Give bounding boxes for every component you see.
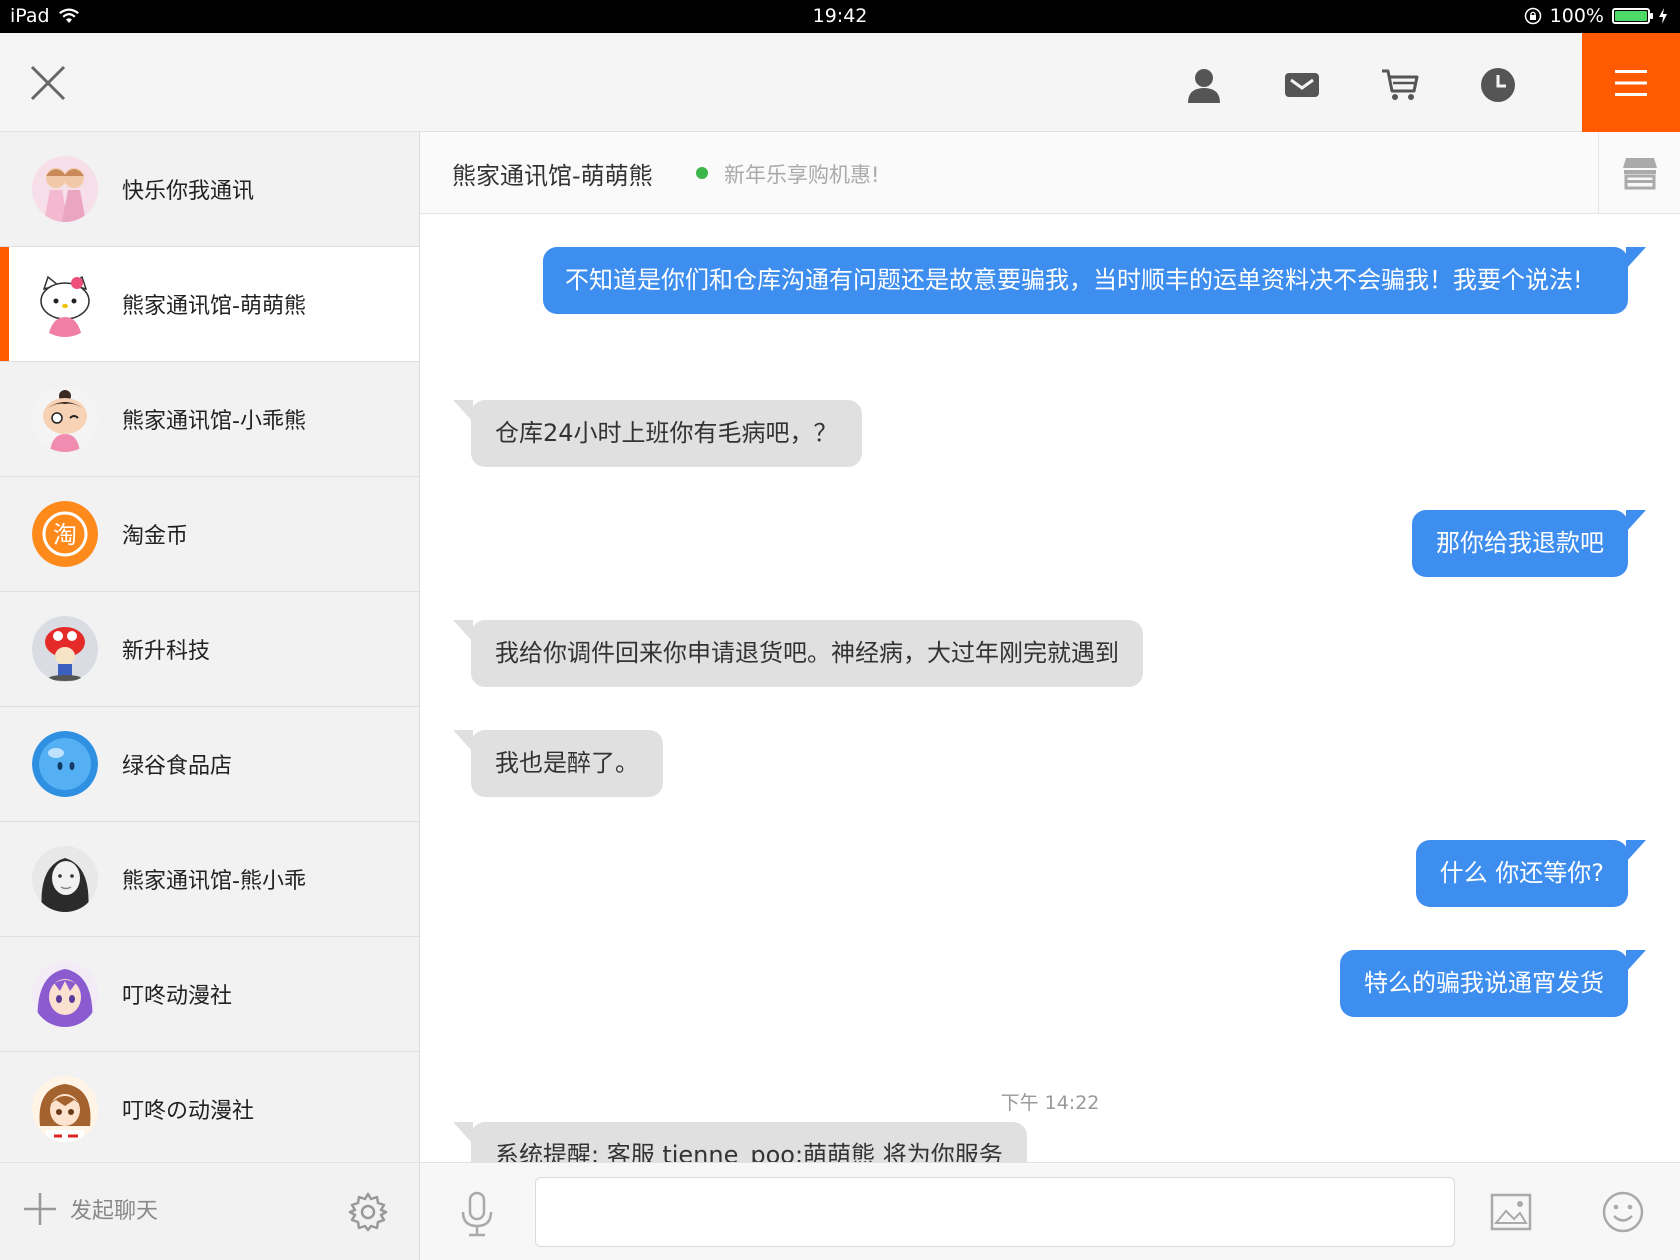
voice-button[interactable]: [456, 1191, 498, 1237]
avatar: [32, 846, 98, 912]
emoji-button[interactable]: [1602, 1191, 1644, 1233]
top-toolbar: [0, 33, 1680, 132]
message-bubble-outgoing[interactable]: 什么 你还等你?: [1415, 840, 1647, 907]
contact-name: 叮咚の动漫社: [122, 1099, 255, 1124]
taojinbi-coin-icon: 淘: [32, 501, 98, 567]
battery-fill: [1615, 11, 1647, 21]
sidebar-footer: 发起聊天: [0, 1162, 420, 1260]
image-icon: [1490, 1193, 1532, 1231]
contact-item[interactable]: 快乐你我通讯: [0, 132, 419, 247]
battery-percent: 100%: [1549, 5, 1604, 27]
cart-button[interactable]: [1372, 57, 1428, 113]
contact-item-active[interactable]: 熊家通讯馆-萌萌熊: [0, 247, 419, 362]
system-message-bubble[interactable]: 系统提醒: 客服 tienne_poo:萌萌熊 将为你服务: [453, 1122, 1027, 1162]
avatar: [32, 1076, 98, 1142]
shop-button[interactable]: [1598, 132, 1680, 214]
water-drop-avatar-icon: [32, 731, 98, 797]
new-chat-label: 发起聊天: [70, 1199, 159, 1224]
contact-item[interactable]: 绿谷食品店: [0, 707, 419, 822]
taojinbi-glyph: 淘: [53, 521, 77, 549]
avatar: 淘: [32, 501, 98, 567]
anime-girl-purple-avatar-icon: [32, 961, 98, 1027]
contact-name: 叮咚动漫社: [122, 984, 233, 1009]
shop-icon: [1622, 158, 1657, 190]
hello-kitty-avatar-icon: [32, 271, 98, 337]
close-icon: [30, 65, 66, 101]
rotation-lock-icon: [1524, 7, 1541, 25]
contact-item[interactable]: 淘 淘金币: [0, 477, 419, 592]
contact-list: 快乐你我通讯 熊家通讯馆-萌萌熊 熊家通讯馆-小乖熊 淘 淘金币 新升科技 绿谷…: [0, 132, 420, 1162]
charging-icon: [1659, 8, 1667, 24]
status-right: 100%: [1524, 5, 1668, 27]
history-button[interactable]: [1470, 57, 1526, 113]
dolls-avatar-icon: [32, 156, 98, 222]
battery-icon: [1612, 8, 1653, 24]
contact-name: 熊家通讯馆-小乖熊: [122, 409, 306, 434]
mushroom-avatar-icon: [32, 616, 98, 682]
messages-button[interactable]: [1274, 57, 1330, 113]
clock-icon: [1481, 68, 1515, 102]
status-time: 19:42: [812, 5, 868, 27]
avatar: [32, 386, 98, 452]
message-bubble-outgoing[interactable]: 那你给我退款吧: [1412, 510, 1646, 577]
gear-icon: [348, 1192, 388, 1232]
contact-name: 快乐你我通讯: [122, 179, 255, 204]
contact-name: 新升科技: [122, 639, 211, 664]
user-icon: [1188, 69, 1220, 103]
smiley-icon: [1602, 1191, 1644, 1233]
new-chat-button[interactable]: 发起聊天: [22, 1191, 158, 1227]
anime-girl-brown-avatar-icon: [32, 1076, 98, 1142]
portrait-avatar-icon: [32, 846, 98, 912]
online-status-dot: [696, 167, 708, 179]
status-bar: iPad 19:42 100%: [0, 0, 1680, 33]
message-bubble-incoming[interactable]: 我也是醉了。: [453, 730, 663, 797]
message-bubble-incoming[interactable]: 仓库24小时上班你有毛病吧，？: [453, 400, 862, 467]
message-input-bar: [420, 1162, 1680, 1260]
message-timestamp: 下午 14:22: [1000, 1092, 1100, 1114]
avatar: [32, 731, 98, 797]
contact-name: 绿谷食品店: [122, 754, 233, 779]
cart-icon: [1382, 69, 1419, 100]
avatar: [32, 156, 98, 222]
contact-item[interactable]: 熊家通讯馆-小乖熊: [0, 362, 419, 477]
chat-header: 熊家通讯馆-萌萌熊 新年乐享购机惠!: [420, 132, 1680, 214]
settings-button[interactable]: [347, 1191, 389, 1233]
chat-subtitle: 新年乐享购机惠!: [724, 163, 880, 187]
avatar: [32, 616, 98, 682]
contact-item[interactable]: 熊家通讯馆-熊小乖: [0, 822, 419, 937]
avatar: [32, 271, 98, 337]
menu-button[interactable]: [1582, 33, 1680, 132]
message-bubble-incoming[interactable]: 我给你调件回来你申请退货吧。神经病，大过年刚完就遇到: [453, 620, 1143, 687]
contact-item[interactable]: 新升科技: [0, 592, 419, 707]
contact-name: 熊家通讯馆-熊小乖: [122, 869, 306, 894]
mail-icon: [1285, 73, 1319, 97]
avatar: [32, 961, 98, 1027]
message-list: 不知道是你们和仓库沟通有问题还是故意要骗我，当时顺丰的运单资料决不会骗我！我要个…: [420, 214, 1680, 1162]
cartoon-boy-avatar-icon: [32, 386, 98, 452]
profile-button[interactable]: [1176, 57, 1232, 113]
microphone-icon: [461, 1191, 493, 1237]
contact-name: 熊家通讯馆-萌萌熊: [122, 294, 306, 319]
close-button[interactable]: [22, 57, 74, 109]
contact-name: 淘金币: [122, 524, 189, 549]
menu-icon: [1615, 69, 1647, 96]
image-button[interactable]: [1490, 1193, 1532, 1231]
message-input[interactable]: [535, 1177, 1455, 1247]
plus-icon: [24, 1193, 56, 1225]
message-bubble-outgoing[interactable]: 不知道是你们和仓库沟通有问题还是故意要骗我，当时顺丰的运单资料决不会骗我！我要个…: [543, 247, 1646, 314]
contact-item[interactable]: 叮咚の动漫社: [0, 1052, 419, 1162]
message-bubble-outgoing[interactable]: 特么的骗我说通宵发货: [1340, 950, 1646, 1017]
chat-title: 熊家通讯馆-萌萌熊: [452, 162, 653, 190]
contact-item[interactable]: 叮咚动漫社: [0, 937, 419, 1052]
